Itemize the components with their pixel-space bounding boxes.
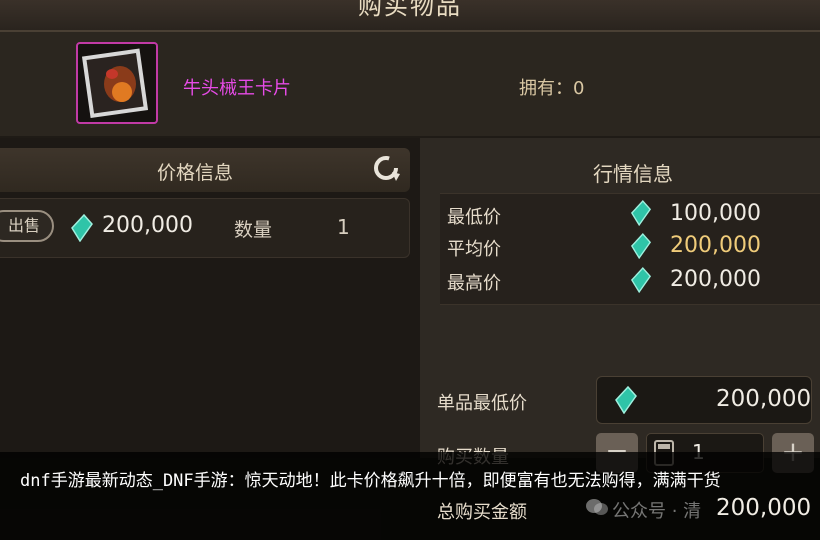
sell-button[interactable]: 出售 <box>0 210 54 242</box>
refresh-icon[interactable] <box>370 152 402 184</box>
gem-icon <box>630 267 652 293</box>
dialog-title: 购买物品 <box>358 0 462 20</box>
watermark: 公众号 · 清 <box>612 501 702 522</box>
owned-label: 拥有： <box>519 78 573 99</box>
avg-price-label: 平均价 <box>447 239 501 260</box>
item-row: 牛头械王卡片 拥有：0 <box>0 32 820 136</box>
unit-price-value: 200,000 <box>716 386 812 412</box>
card-art-icon <box>82 48 149 118</box>
max-price-label: 最高价 <box>447 273 501 294</box>
unit-price-label: 单品最低价 <box>437 393 527 414</box>
max-price-value: 200,000 <box>670 267 761 292</box>
item-name: 牛头械王卡片 <box>183 78 291 99</box>
listing-qty-value: 1 <box>337 215 350 239</box>
listing-price: 200,000 <box>102 213 193 238</box>
gem-icon <box>71 214 93 242</box>
listing-qty-label: 数量 <box>234 219 273 241</box>
total-label: 总购买金额 <box>437 502 527 523</box>
caption-text: dnf手游最新动态_DNF手游：惊天动地！此卡价格飙升十倍，即便富有也无法购得，… <box>20 471 721 491</box>
wechat-icon <box>586 499 608 515</box>
item-card-thumbnail[interactable] <box>76 42 158 124</box>
min-price-label: 最低价 <box>447 207 501 228</box>
avg-price-value: 200,000 <box>670 233 761 258</box>
price-panel-title: 价格信息 <box>156 162 233 184</box>
market-panel-title: 行情信息 <box>593 162 673 186</box>
dialog-header: 购买物品 <box>0 0 820 32</box>
price-panel-header: 价格信息 <box>0 148 410 192</box>
gem-icon <box>615 386 637 414</box>
total-value: 200,000 <box>716 495 812 521</box>
gem-icon <box>630 200 652 226</box>
min-price-value: 100,000 <box>670 201 761 226</box>
owned-count: 拥有：0 <box>519 74 584 100</box>
owned-value: 0 <box>573 78 585 99</box>
gem-icon <box>630 233 652 259</box>
